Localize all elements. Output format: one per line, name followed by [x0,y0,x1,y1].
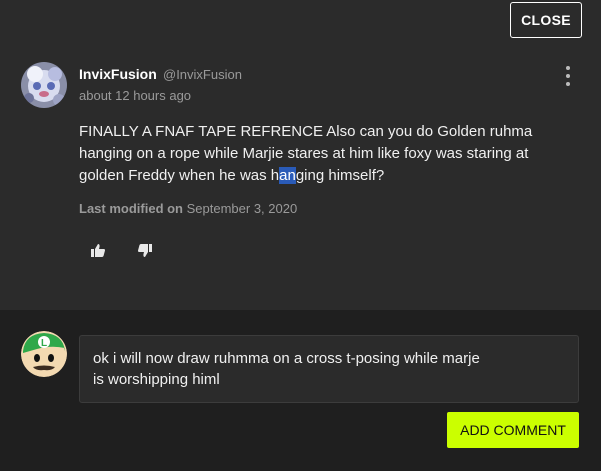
thumbs-up-icon[interactable] [88,240,108,260]
last-modified-date: September 3, 2020 [186,201,298,216]
svg-text:L: L [41,338,47,349]
last-modified-label: Last modified on [79,201,183,216]
comment-text-end: ging himself? [295,167,385,184]
author-handle: @InvixFusion [163,67,242,82]
more-options-icon[interactable] [560,66,576,86]
comment-timestamp: about 12 hours ago [79,88,192,103]
last-modified: Last modified on September 3, 2020 [79,201,297,216]
selected-text: an [279,167,296,184]
comment-body: FINALLY A FNAF TAPE REFRENCE Also can yo… [79,121,559,187]
author-avatar[interactable] [21,62,67,108]
comment-card: CLOSE InvixFusion @InvixFusion about 12 … [0,0,601,310]
close-button[interactable]: CLOSE [510,2,582,38]
add-comment-button[interactable]: ADD COMMENT [447,412,579,448]
comment-modal: CLOSE InvixFusion @InvixFusion about 12 … [0,0,601,471]
author-name[interactable]: InvixFusion [79,66,157,82]
thumbs-down-icon[interactable] [135,240,155,260]
comment-input[interactable]: ok i will now draw ruhmma on a cross t-p… [79,335,579,403]
current-user-avatar: L [21,331,67,377]
